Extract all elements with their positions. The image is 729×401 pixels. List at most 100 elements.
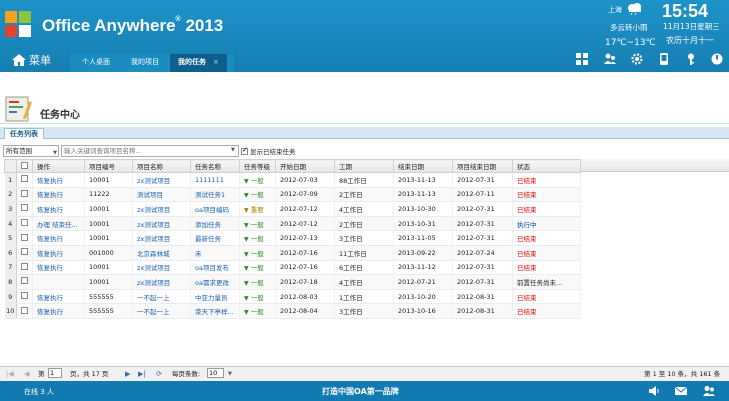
- table-row[interactable]: 2 恢复执行 11222 测试项目 测试任务1 ▼ 一般 2012-07-09 2工作日 201…: [4, 187, 581, 203]
- per-page-input[interactable]: [207, 368, 224, 378]
- header-task-name[interactable]: 任务名称: [190, 159, 240, 173]
- row-checkbox[interactable]: [21, 219, 28, 227]
- speaker-icon[interactable]: [648, 385, 660, 397]
- contacts-icon[interactable]: [703, 385, 715, 397]
- row-checkbox-cell[interactable]: [16, 260, 33, 276]
- row-checkbox[interactable]: [21, 233, 28, 241]
- refresh-icon[interactable]: ⟳: [156, 369, 162, 380]
- row-task-name[interactable]: oa项目发布: [190, 260, 240, 276]
- row-project-name[interactable]: 一不起一上: [132, 303, 191, 319]
- prev-page-icon[interactable]: ◀: [24, 369, 29, 380]
- row-project-name[interactable]: zx测试项目: [132, 201, 191, 217]
- key-icon[interactable]: [685, 53, 697, 65]
- table-row[interactable]: 6 恢复执行 001000 北京森林城禾 ▼ 一般 2012-07-16 11工作日 2013…: [4, 245, 581, 261]
- row-checkbox-cell[interactable]: [16, 216, 33, 232]
- row-operation-link[interactable]: 恢复执行: [32, 230, 85, 246]
- table-row[interactable]: 4 办理 结束任... 10001 zx测试项目 添加任务 ▼ 一般 2012-07-12 2…: [4, 216, 581, 232]
- header-select-all[interactable]: [16, 159, 33, 173]
- header-status[interactable]: 状态: [512, 159, 581, 173]
- row-task-name[interactable]: 1111111: [190, 172, 240, 188]
- row-project-name[interactable]: 测试项目: [132, 187, 191, 203]
- row-checkbox[interactable]: [21, 204, 28, 212]
- tab-my-tasks[interactable]: 我的任务 ×: [170, 54, 227, 72]
- row-checkbox[interactable]: [21, 189, 28, 197]
- row-checkbox-cell[interactable]: [16, 245, 33, 261]
- gear-icon[interactable]: [631, 53, 643, 65]
- next-page-icon[interactable]: ▶: [125, 369, 130, 380]
- row-task-name[interactable]: 添加任务: [190, 216, 240, 232]
- row-operation-link[interactable]: 办理 结束任...: [32, 216, 85, 232]
- row-operation-link[interactable]: 恢复执行: [32, 245, 85, 261]
- row-checkbox[interactable]: [21, 277, 28, 285]
- last-page-icon[interactable]: ▶|: [138, 369, 146, 380]
- row-checkbox-cell[interactable]: [16, 172, 33, 188]
- table-row[interactable]: 10 恢复执行 555555 一不起一上 菜天下亭样... ▼ 一般 2012-08-04 3…: [4, 303, 581, 319]
- row-operation-link[interactable]: 恢复执行: [32, 289, 85, 305]
- row-operation-link[interactable]: 恢复执行: [32, 187, 85, 203]
- header-end-date[interactable]: 结束日期: [393, 159, 453, 173]
- row-project-name[interactable]: zx测试项目: [132, 274, 191, 290]
- table-row[interactable]: 9 恢复执行 555555 一不起一上 中亚力量员 ▼ 一般 2012-08-03 1工作日 2…: [4, 289, 581, 305]
- row-task-name[interactable]: oa需求更改: [190, 274, 240, 290]
- logout-icon[interactable]: [711, 53, 723, 65]
- row-operation-link[interactable]: 恢复执行: [32, 172, 85, 188]
- row-task-name[interactable]: 中亚力量员: [190, 289, 240, 305]
- grid-apps-icon[interactable]: [576, 53, 588, 65]
- row-operation-link[interactable]: [32, 274, 85, 290]
- table-row[interactable]: 3 恢复执行 10001 zx测试项目 oa项目编码 ▼ 重要 2012-07-12 4工作日…: [4, 201, 581, 217]
- online-count[interactable]: 在线 3 人: [24, 387, 54, 397]
- row-checkbox[interactable]: [21, 292, 28, 300]
- table-row[interactable]: 1 恢复执行 10001 zx测试项目 1111111 ▼ 一般 2012-07-03 88工…: [4, 172, 581, 188]
- row-project-name[interactable]: zx测试项目: [132, 230, 191, 246]
- tab-task-list[interactable]: 任务列表: [4, 128, 44, 139]
- row-operation-link[interactable]: 恢复执行: [32, 260, 85, 276]
- row-checkbox[interactable]: [21, 248, 28, 256]
- table-row[interactable]: 7 恢复执行 10001 zx测试项目 oa项目发布 ▼ 一般 2012-07-16 6工作日…: [4, 260, 581, 276]
- header-project-name[interactable]: 项目名称: [132, 159, 191, 173]
- row-task-name[interactable]: 禾: [190, 245, 240, 261]
- search-input[interactable]: [61, 145, 239, 157]
- row-checkbox-cell[interactable]: [16, 289, 33, 305]
- show-ended-checkbox[interactable]: [241, 146, 248, 155]
- mail-icon[interactable]: [675, 385, 687, 397]
- row-project-name[interactable]: 北京森林城: [132, 245, 191, 261]
- row-checkbox-cell[interactable]: [16, 274, 33, 290]
- header-operation[interactable]: 操作: [32, 159, 85, 173]
- row-operation-link[interactable]: 恢复执行: [32, 303, 85, 319]
- close-icon[interactable]: ×: [213, 58, 219, 66]
- header-project-code[interactable]: 项目编号: [84, 159, 133, 173]
- row-operation-link[interactable]: 恢复执行: [32, 201, 85, 217]
- row-project-name[interactable]: zx测试项目: [132, 216, 191, 232]
- chevron-down-icon[interactable]: ▼: [228, 369, 232, 380]
- chevron-down-icon[interactable]: ▼: [231, 147, 235, 153]
- row-task-name[interactable]: 测试任务1: [190, 187, 240, 203]
- table-row[interactable]: 5 恢复执行 10001 zx测试项目 最新任务 ▼ 一般 2012-07-13 3工作日 20…: [4, 230, 581, 246]
- first-page-icon[interactable]: |◀: [6, 369, 14, 380]
- select-all-checkbox[interactable]: [21, 161, 28, 169]
- row-checkbox-cell[interactable]: [16, 187, 33, 203]
- show-ended-toggle[interactable]: 显示已结束任务: [241, 146, 296, 156]
- row-task-name[interactable]: 最新任务: [190, 230, 240, 246]
- row-project-name[interactable]: zx测试项目: [132, 260, 191, 276]
- row-project-name[interactable]: zx测试项目: [132, 172, 191, 188]
- row-checkbox[interactable]: [21, 306, 28, 314]
- page-number-input[interactable]: [48, 368, 62, 378]
- header-start-date[interactable]: 开始日期: [275, 159, 335, 173]
- tab-my-projects[interactable]: 我的项目: [119, 54, 171, 72]
- row-checkbox-cell[interactable]: [16, 303, 33, 319]
- header-duration[interactable]: 工期: [334, 159, 394, 173]
- row-task-name[interactable]: 菜天下亭样...: [190, 303, 240, 319]
- header-task-level[interactable]: 任务等级: [239, 159, 276, 173]
- row-project-name[interactable]: 一不起一上: [132, 289, 191, 305]
- row-checkbox[interactable]: [21, 175, 28, 183]
- table-row[interactable]: 8 10001 zx测试项目 oa需求更改 ▼ 一般 2012-07-18 4工作日 2012…: [4, 274, 581, 290]
- row-checkbox-cell[interactable]: [16, 201, 33, 217]
- tab-personal-desktop[interactable]: 个人桌面: [70, 54, 122, 72]
- row-checkbox[interactable]: [21, 262, 28, 270]
- main-menu-button[interactable]: 菜单: [12, 52, 51, 68]
- phone-icon[interactable]: [658, 53, 670, 65]
- row-checkbox-cell[interactable]: [16, 230, 33, 246]
- scope-select[interactable]: 所有范围 ▼: [3, 145, 59, 157]
- header-project-end-date[interactable]: 项目结束日期: [452, 159, 513, 173]
- row-task-name[interactable]: oa项目编码: [190, 201, 240, 217]
